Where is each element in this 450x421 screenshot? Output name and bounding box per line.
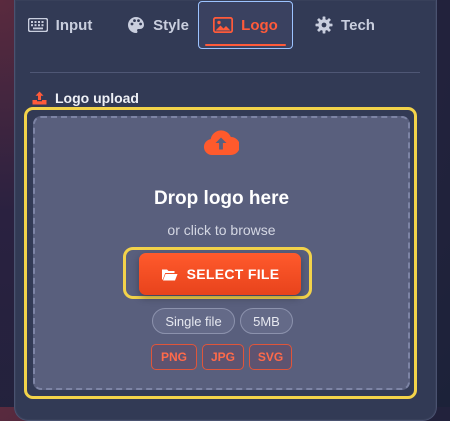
palette-icon [128, 17, 145, 33]
folder-open-icon [161, 269, 178, 280]
max-size-badge: 5MB [240, 308, 293, 334]
dropzone-subtitle: or click to browse [167, 222, 276, 238]
upload-icon [32, 91, 47, 105]
format-badge-svg: SVG [249, 344, 292, 370]
logo-upload-heading: Logo upload [32, 88, 139, 108]
gear-icon [315, 16, 333, 34]
logo-upload-label: Logo upload [55, 90, 139, 106]
format-badge-jpg: JPG [202, 344, 244, 370]
keyboard-icon [27, 18, 48, 32]
select-file-label: SELECT FILE [186, 266, 280, 282]
tab-logo[interactable]: Logo [198, 1, 293, 49]
single-file-badge: Single file [152, 308, 235, 334]
image-icon [213, 17, 234, 33]
tab-input-label: Input [55, 16, 93, 34]
tab-style-label: Style [153, 16, 189, 34]
tab-input[interactable]: Input [12, 2, 108, 48]
tab-logo-label: Logo [241, 16, 278, 34]
tab-tech-label: Tech [341, 16, 375, 34]
select-file-button[interactable]: SELECT FILE [139, 253, 301, 295]
cloud-upload-icon [203, 130, 239, 156]
dropzone-title: Drop logo here [153, 188, 290, 209]
tab-style[interactable]: Style [110, 2, 206, 48]
format-badge-png: PNG [151, 344, 197, 370]
tab-tech[interactable]: Tech [300, 2, 390, 48]
